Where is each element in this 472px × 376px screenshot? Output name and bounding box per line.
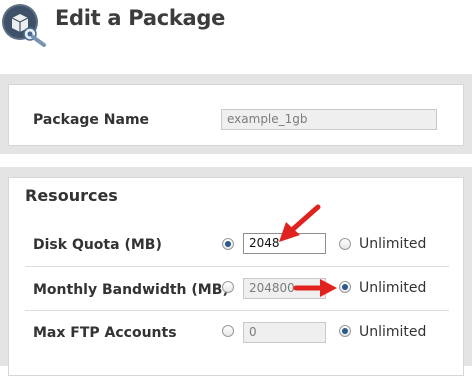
arrow-to-bandwidth-unlimited-icon (293, 279, 337, 297)
arrow-to-disk-quota-icon (279, 204, 321, 242)
annotation-arrows (279, 204, 337, 297)
